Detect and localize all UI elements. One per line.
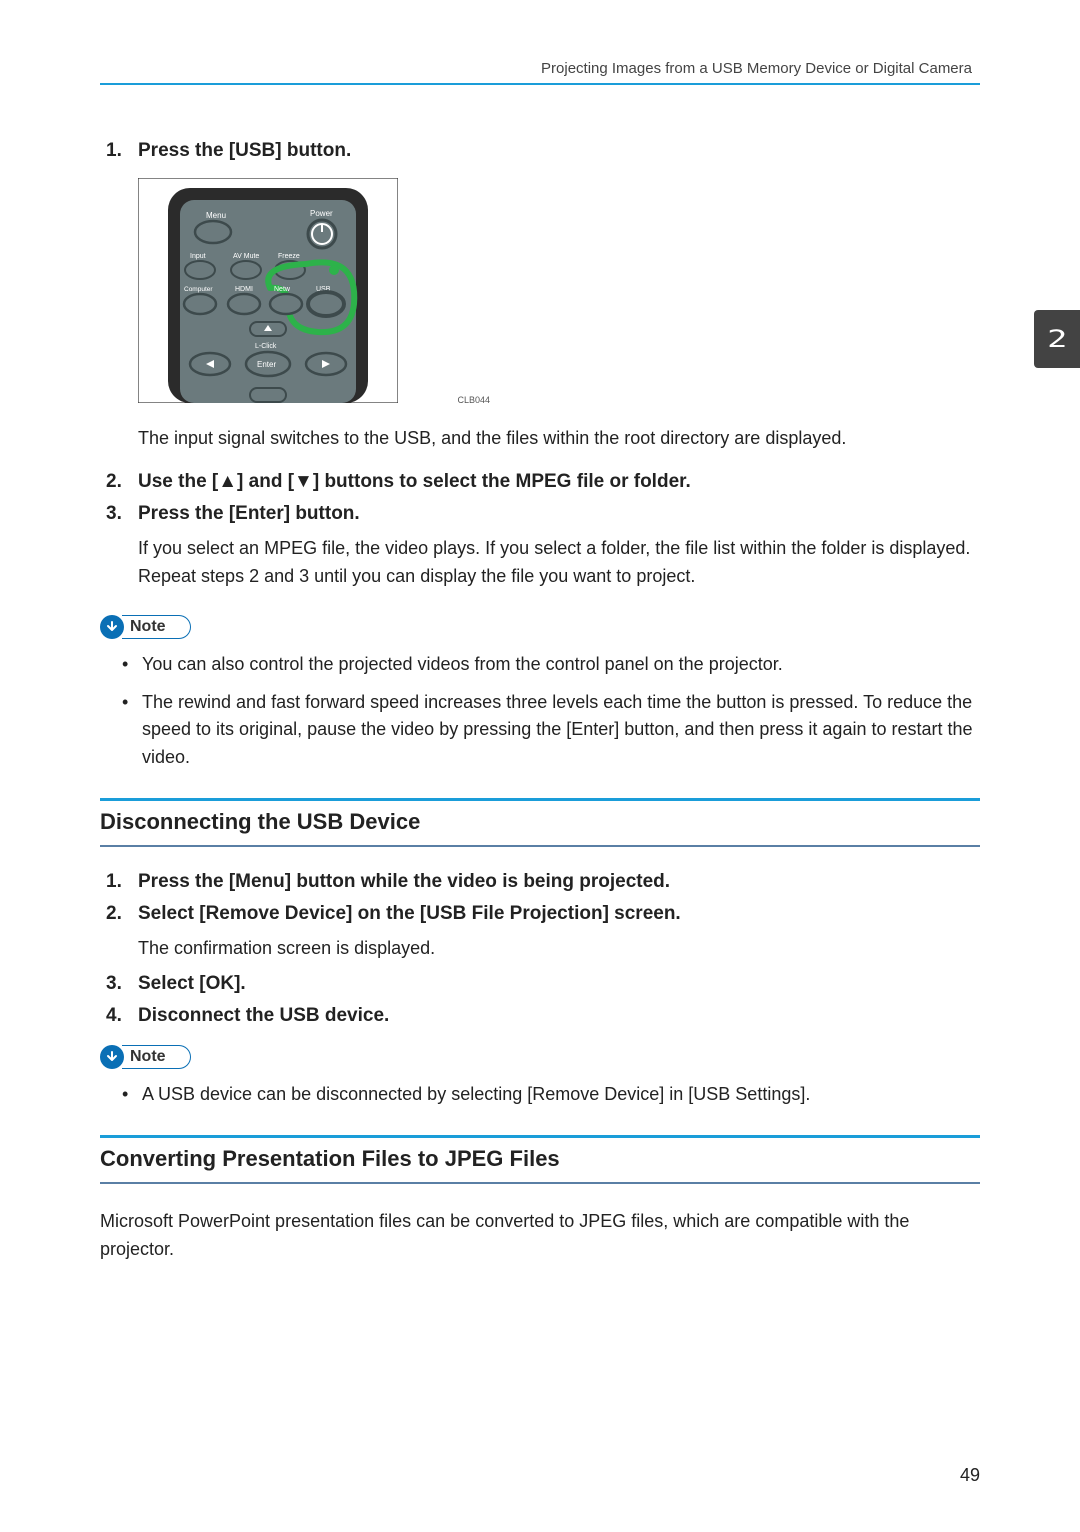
step-title: Disconnect the USB device. bbox=[138, 1005, 980, 1027]
page: Projecting Images from a USB Memory Devi… bbox=[0, 0, 1080, 1532]
header-rule bbox=[100, 83, 980, 85]
step-title: Press the [USB] button. bbox=[138, 140, 980, 162]
step-title: Select [Remove Device] on the [USB File … bbox=[138, 903, 980, 925]
step-number: 3. bbox=[106, 503, 138, 591]
section-converting-title: Converting Presentation Files to JPEG Fi… bbox=[100, 1135, 980, 1184]
section-disconnecting-title: Disconnecting the USB Device bbox=[100, 798, 980, 847]
page-number: 49 bbox=[960, 1465, 980, 1486]
step-title: Press the [Menu] button while the video … bbox=[138, 871, 980, 893]
step-title: Press the [Enter] button. bbox=[138, 503, 980, 525]
step2-3: 3. Select [OK]. bbox=[100, 973, 980, 995]
label-input: Input bbox=[190, 253, 206, 260]
step-body: Use the [▲] and [▼] buttons to select th… bbox=[138, 471, 980, 493]
step-number: 1. bbox=[106, 140, 138, 162]
step2-4: 4. Disconnect the USB device. bbox=[100, 1005, 980, 1027]
step-number: 2. bbox=[106, 471, 138, 493]
content-area: 1. Press the [USB] button. Menu Power bbox=[100, 140, 980, 1264]
label-hdmi: HDMI bbox=[235, 286, 253, 293]
note-label: Note bbox=[122, 1045, 191, 1069]
label-avmute: AV Mute bbox=[233, 253, 259, 260]
section-converting-intro: Microsoft PowerPoint presentation files … bbox=[100, 1208, 980, 1264]
step2-2: 2. Select [Remove Device] on the [USB Fi… bbox=[100, 903, 980, 963]
step-text: If you select an MPEG file, the video pl… bbox=[138, 535, 980, 591]
step-number: 2. bbox=[106, 903, 138, 963]
step-1-after-text: The input signal switches to the USB, an… bbox=[138, 425, 980, 453]
label-freeze: Freeze bbox=[278, 253, 300, 260]
label-enter: Enter bbox=[257, 360, 276, 369]
step-number: 1. bbox=[106, 871, 138, 893]
running-header: Projecting Images from a USB Memory Devi… bbox=[100, 60, 980, 77]
step-2: 2. Use the [▲] and [▼] buttons to select… bbox=[100, 471, 980, 493]
label-menu: Menu bbox=[206, 211, 226, 220]
step-body: Press the [Enter] button. If you select … bbox=[138, 503, 980, 591]
note-label: Note bbox=[122, 615, 191, 639]
figure-caption: CLB044 bbox=[457, 395, 490, 405]
note-item: The rewind and fast forward speed increa… bbox=[122, 689, 980, 773]
note-badge: Note bbox=[100, 1045, 191, 1069]
label-power: Power bbox=[310, 209, 333, 218]
note-badge: Note bbox=[100, 615, 191, 639]
notes-list-2: A USB device can be disconnected by sele… bbox=[122, 1081, 980, 1109]
step-title: Use the [▲] and [▼] buttons to select th… bbox=[138, 471, 980, 493]
step-number: 3. bbox=[106, 973, 138, 995]
step-text: The confirmation screen is displayed. bbox=[138, 935, 980, 963]
label-lclick: L-Click bbox=[255, 343, 277, 350]
note-item: A USB device can be disconnected by sele… bbox=[122, 1081, 980, 1109]
remote-illustration: Menu Power Input AV Mute Freeze Computer bbox=[138, 178, 438, 403]
step-3: 3. Press the [Enter] button. If you sele… bbox=[100, 503, 980, 591]
notes-list-1: You can also control the projected video… bbox=[122, 651, 980, 773]
label-computer: Computer bbox=[184, 286, 213, 293]
chapter-tab: 2 bbox=[1034, 310, 1080, 368]
step-1: 1. Press the [USB] button. bbox=[100, 140, 980, 162]
step-body: Press the [USB] button. bbox=[138, 140, 980, 162]
step-number: 4. bbox=[106, 1005, 138, 1027]
arrow-down-icon bbox=[100, 1045, 124, 1069]
step2-1: 1. Press the [Menu] button while the vid… bbox=[100, 871, 980, 893]
remote-svg: Menu Power Input AV Mute Freeze Computer bbox=[138, 178, 398, 403]
note-item: You can also control the projected video… bbox=[122, 651, 980, 679]
step-title: Select [OK]. bbox=[138, 973, 980, 995]
label-netw: Netw bbox=[274, 286, 291, 293]
arrow-down-icon bbox=[100, 615, 124, 639]
